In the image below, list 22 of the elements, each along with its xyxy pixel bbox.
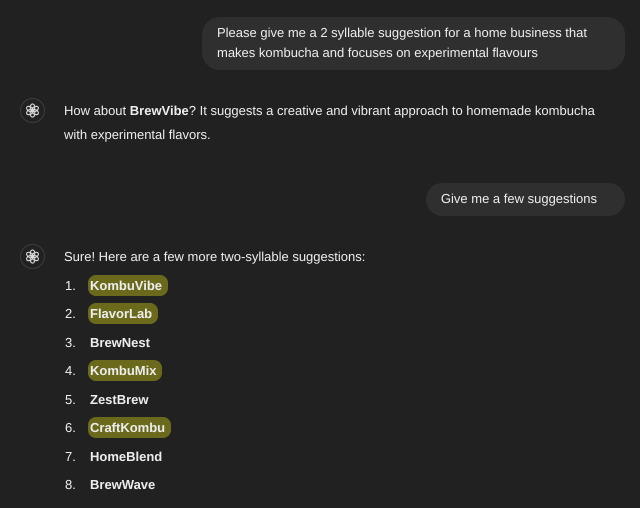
list-number: 8. [64,477,77,492]
list-number: 2. [64,306,77,321]
avatar-icon [20,98,45,123]
list-number: 3. [64,334,77,350]
user-message: Give me a few suggestions [426,183,625,216]
highlighted-suggestion: KombuMix [88,360,162,381]
highlighted-suggestion: KombuVibe [88,274,168,296]
suggestion: ZestBrew [89,390,150,408]
avatar-icon [20,244,45,269]
list-number: 1. [64,278,77,292]
suggestion: HomeBlend [89,448,164,466]
assistant-message: How about BrewVibe? It suggests a creative and vibrant approach to homemade kombucha with experimental flavors. [64,102,596,144]
assistant-message: Sure! Here are a few more two-syllable suggestions: [64,248,366,266]
user-message: Please give me a 2 syllable suggestion for a home business that makes kombucha and focuses on experimental flavours [202,17,625,70]
list-number: 7. [64,448,77,464]
highlighted-suggestion: CraftKombu [88,417,172,438]
highlighted-suggestion: FlavorLab [88,303,158,324]
suggestion: BrewNest [89,334,151,352]
suggestion: BrewWave [89,476,156,494]
list-number: 5. [64,392,77,406]
list-number: 4. [64,363,77,378]
list-number: 6. [64,420,77,435]
